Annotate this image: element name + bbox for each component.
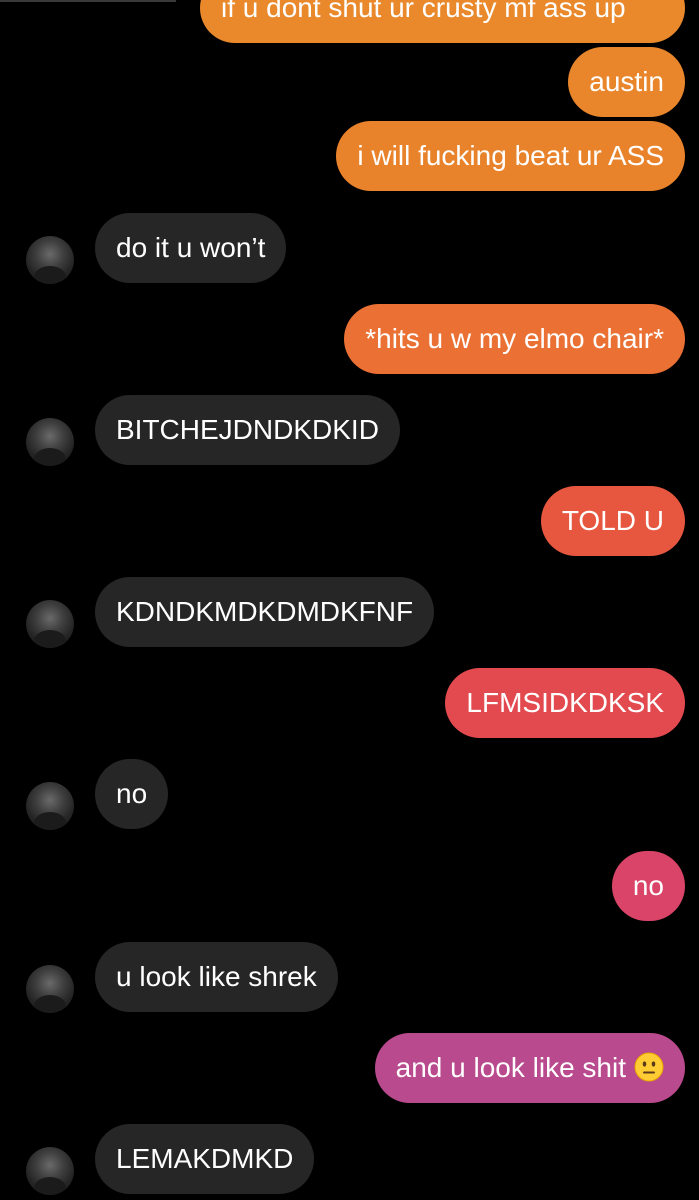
message-row: u look like shrek xyxy=(0,942,699,1014)
outgoing-message-bubble[interactable]: no xyxy=(611,851,685,921)
message-text: LEMAKDMKD xyxy=(116,1143,294,1174)
outgoing-message-bubble[interactable]: LFMSIDKDKSK xyxy=(445,668,685,738)
message-row: i will fucking beat ur ASS xyxy=(0,121,699,193)
message-text: BITCHEJDNDKDKID xyxy=(116,414,379,445)
incoming-message-bubble[interactable]: LEMAKDMKD xyxy=(95,1124,315,1194)
outgoing-message-bubble[interactable]: and u look like shit xyxy=(374,1033,685,1103)
outgoing-message-bubble[interactable]: *hits u w my elmo chair* xyxy=(344,304,685,374)
contact-avatar[interactable] xyxy=(26,965,74,1013)
message-text: no xyxy=(632,870,664,901)
message-row: and u look like shit xyxy=(0,1033,699,1105)
message-row: KDNDKMDKDMDKFNF xyxy=(0,577,699,649)
contact-avatar[interactable] xyxy=(26,600,74,648)
message-row: TOLD U xyxy=(0,486,699,558)
contact-avatar[interactable] xyxy=(26,1147,74,1195)
message-row: austin xyxy=(0,47,699,119)
message-row: BITCHEJDNDKDKID xyxy=(0,395,699,467)
message-row: *hits u w my elmo chair* xyxy=(0,304,699,376)
message-text: u look like shrek xyxy=(116,961,317,992)
outgoing-message-bubble[interactable]: austin xyxy=(568,47,685,117)
message-row: no xyxy=(0,759,699,831)
incoming-message-bubble[interactable]: no xyxy=(95,759,169,829)
outgoing-message-bubble[interactable]: i will fucking beat ur ASS xyxy=(336,121,685,191)
message-text: LFMSIDKDKSK xyxy=(466,687,664,718)
message-text: and u look like shit xyxy=(395,1052,626,1083)
outgoing-message-bubble[interactable]: TOLD U xyxy=(540,486,685,556)
incoming-message-bubble[interactable]: do it u won’t xyxy=(95,213,287,283)
message-text: *hits u w my elmo chair* xyxy=(365,323,664,354)
message-row: LEMAKDMKD xyxy=(0,1124,699,1196)
outgoing-message-bubble[interactable]: if u dont shut ur crusty mf ass up xyxy=(200,0,685,43)
message-text: do it u won’t xyxy=(116,232,266,263)
message-row: if u dont shut ur crusty mf ass up xyxy=(0,0,699,45)
neutral-face-emoji-icon xyxy=(634,1052,664,1082)
incoming-message-bubble[interactable]: BITCHEJDNDKDKID xyxy=(95,395,400,465)
message-text: i will fucking beat ur ASS xyxy=(357,140,664,171)
incoming-message-bubble[interactable]: KDNDKMDKDMDKFNF xyxy=(95,577,435,647)
message-text: if u dont shut ur crusty mf ass up xyxy=(221,0,626,23)
contact-avatar[interactable] xyxy=(26,418,74,466)
contact-avatar[interactable] xyxy=(26,782,74,830)
incoming-message-bubble[interactable]: u look like shrek xyxy=(95,942,338,1012)
message-text: TOLD U xyxy=(561,505,664,536)
message-row: do it u won’t xyxy=(0,213,699,285)
message-text: austin xyxy=(589,66,664,97)
message-row: no xyxy=(0,851,699,923)
message-thread[interactable]: if u dont shut ur crusty mf ass up austi… xyxy=(0,0,699,1200)
message-row: LFMSIDKDKSK xyxy=(0,668,699,740)
contact-avatar[interactable] xyxy=(26,236,74,284)
message-text: KDNDKMDKDMDKFNF xyxy=(116,596,414,627)
message-text: no xyxy=(116,778,148,809)
